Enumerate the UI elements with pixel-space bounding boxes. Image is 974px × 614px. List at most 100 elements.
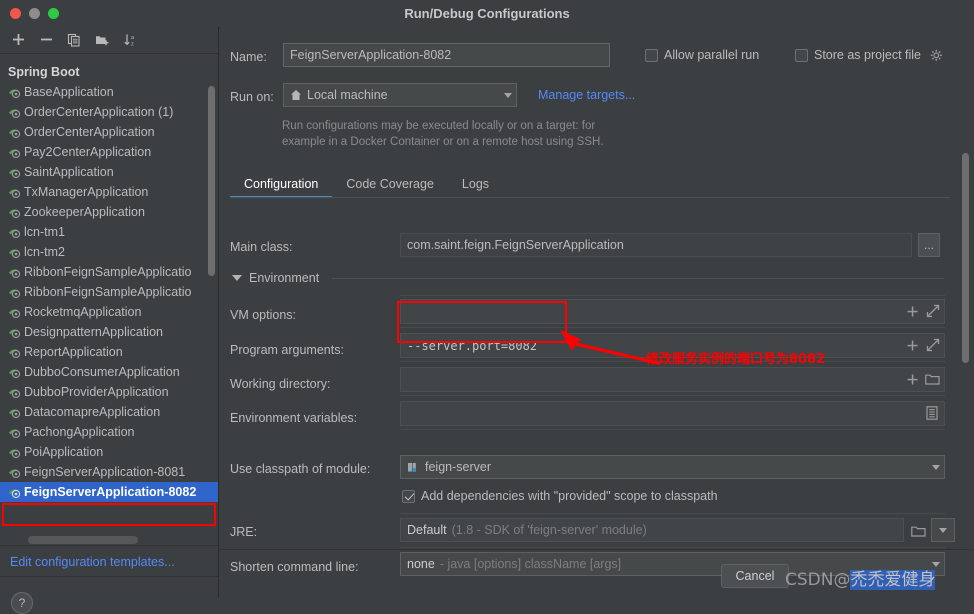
shorten-command-line-description: - java [options] className [args] — [439, 557, 622, 571]
configurations-list[interactable]: Spring Boot BaseApplication OrderCenterA… — [0, 53, 218, 546]
jre-dropdown-button[interactable] — [931, 518, 955, 542]
name-input[interactable]: FeignServerApplication-8082 — [283, 43, 610, 67]
list-item[interactable]: lcn-tm1 — [0, 222, 218, 242]
sort-alphabetically-button[interactable]: a z — [118, 30, 142, 50]
list-item[interactable]: Pay2CenterApplication — [0, 142, 218, 162]
use-classpath-label: Use classpath of module: — [230, 462, 371, 476]
minus-icon — [40, 38, 52, 41]
sort-az-icon: a z — [123, 34, 135, 47]
environment-variables-editor-icon[interactable] — [924, 405, 940, 421]
spring-boot-icon — [8, 166, 21, 179]
run-on-hint-line-1: Run configurations may be executed local… — [282, 120, 596, 132]
chevron-down-icon[interactable] — [232, 275, 242, 281]
edit-configuration-templates-link[interactable]: Edit configuration templates... — [10, 551, 175, 573]
chevron-down-icon[interactable] — [939, 527, 947, 533]
cancel-button[interactable]: Cancel — [721, 564, 789, 588]
save-configuration-button[interactable] — [90, 30, 114, 50]
list-item[interactable]: OrderCenterApplication — [0, 122, 218, 142]
environment-section-header[interactable]: Environment — [232, 271, 319, 285]
copy-icon — [67, 33, 80, 47]
list-item-selected[interactable]: FeignServerApplication-8082 — [0, 482, 218, 502]
gear-icon[interactable] — [930, 49, 943, 62]
row-separator — [400, 395, 945, 396]
list-item[interactable]: SaintApplication — [0, 162, 218, 182]
allow-parallel-run-checkbox[interactable] — [645, 48, 658, 62]
list-item[interactable]: DubboConsumerApplication — [0, 362, 218, 382]
environment-variables-input[interactable] — [400, 401, 945, 426]
spring-boot-icon — [8, 206, 21, 219]
vm-options-add-macro-icon[interactable] — [904, 303, 920, 319]
chevron-down-icon[interactable] — [932, 464, 940, 470]
vm-options-expand-icon[interactable] — [925, 303, 941, 319]
sidebar-divider-2 — [0, 576, 218, 577]
spring-boot-icon — [8, 246, 21, 259]
list-item[interactable]: RibbonFeignSampleApplicatio — [0, 282, 218, 302]
sidebar-vertical-scrollbar[interactable] — [208, 86, 215, 276]
list-item-label: FeignServerApplication-8081 — [24, 465, 186, 479]
copy-configuration-button[interactable] — [62, 30, 86, 50]
list-item-label: lcn-tm1 — [24, 225, 65, 239]
sidebar-horizontal-scrollbar[interactable] — [28, 536, 138, 544]
list-item[interactable]: BaseApplication — [0, 82, 218, 102]
main-class-browse-button[interactable]: ... — [918, 233, 940, 257]
spring-boot-icon — [8, 486, 21, 499]
list-item-partial[interactable] — [0, 54, 218, 62]
list-item[interactable]: ReportApplication — [0, 342, 218, 362]
shorten-command-line-label: Shorten command line: — [230, 560, 359, 574]
vm-options-input[interactable] — [400, 299, 945, 324]
program-arguments-add-macro-icon[interactable] — [904, 337, 920, 353]
working-directory-browse-folder-icon[interactable] — [924, 372, 941, 387]
main-class-input[interactable]: com.saint.feign.FeignServerApplication — [400, 233, 912, 257]
list-item[interactable]: DubboProviderApplication — [0, 382, 218, 402]
list-item-label: DubboProviderApplication — [24, 385, 169, 399]
use-classpath-select[interactable]: feign-server — [400, 455, 945, 479]
list-item[interactable]: RocketmqApplication — [0, 302, 218, 322]
program-arguments-label: Program arguments: — [230, 343, 344, 357]
manage-targets-link[interactable]: Manage targets... — [538, 88, 635, 102]
list-item-label: SaintApplication — [24, 165, 114, 179]
environment-section-label: Environment — [249, 271, 320, 285]
jre-input[interactable]: Default (1.8 - SDK of 'feign-server' mod… — [400, 518, 904, 542]
spring-boot-icon — [8, 426, 21, 439]
add-dependencies-row[interactable]: Add dependencies with "provided" scope t… — [402, 489, 718, 503]
list-item[interactable]: ZookeeperApplication — [0, 202, 218, 222]
list-item-label: RocketmqApplication — [24, 305, 142, 319]
list-item-label: ReportApplication — [24, 345, 123, 359]
watermark: CSDN@禿禿爱健身 — [785, 565, 936, 590]
jre-browse-folder-icon[interactable] — [910, 524, 927, 538]
add-dependencies-checkbox[interactable] — [402, 489, 415, 503]
list-item[interactable]: OrderCenterApplication (1) — [0, 102, 218, 122]
list-item[interactable]: RibbonFeignSampleApplicatio — [0, 262, 218, 282]
list-item-label: Pay2CenterApplication — [24, 145, 152, 159]
tab-code-coverage[interactable]: Code Coverage — [332, 170, 448, 198]
tab-configuration[interactable]: Configuration — [230, 170, 333, 198]
chevron-down-icon[interactable] — [504, 92, 512, 98]
sidebar-group-header: Spring Boot — [8, 65, 80, 79]
run-on-select[interactable]: Local machine — [283, 83, 517, 107]
form-vertical-scrollbar[interactable] — [962, 153, 969, 363]
program-arguments-expand-icon[interactable] — [925, 337, 941, 353]
list-item[interactable]: DesignpatternApplication — [0, 322, 218, 342]
list-item[interactable]: DatacomapreApplication — [0, 402, 218, 422]
list-item-label: BaseApplication — [24, 85, 114, 99]
add-dependencies-label: Add dependencies with "provided" scope t… — [421, 489, 718, 503]
list-item[interactable]: lcn-tm2 — [0, 242, 218, 262]
store-as-project-file-row[interactable]: Store as project file — [795, 48, 943, 62]
allow-parallel-run-row[interactable]: Allow parallel run — [645, 48, 759, 62]
list-item-label: PoiApplication — [24, 445, 104, 459]
tab-logs[interactable]: Logs — [448, 170, 503, 198]
list-item[interactable]: TxManagerApplication — [0, 182, 218, 202]
module-icon — [407, 461, 420, 474]
help-button[interactable]: ? — [11, 592, 33, 614]
list-item[interactable]: PachongApplication — [0, 422, 218, 442]
list-item[interactable]: FeignServerApplication-8081 — [0, 462, 218, 482]
spring-boot-icon — [8, 146, 21, 159]
list-item[interactable]: PoiApplication — [0, 442, 218, 462]
store-as-project-file-checkbox[interactable] — [795, 48, 808, 62]
row-separator — [400, 327, 945, 328]
working-directory-input[interactable] — [400, 367, 945, 392]
remove-configuration-button[interactable] — [34, 30, 58, 50]
jre-value: Default — [407, 523, 447, 537]
working-directory-add-macro-icon[interactable] — [904, 371, 920, 387]
add-configuration-button[interactable] — [6, 30, 30, 50]
